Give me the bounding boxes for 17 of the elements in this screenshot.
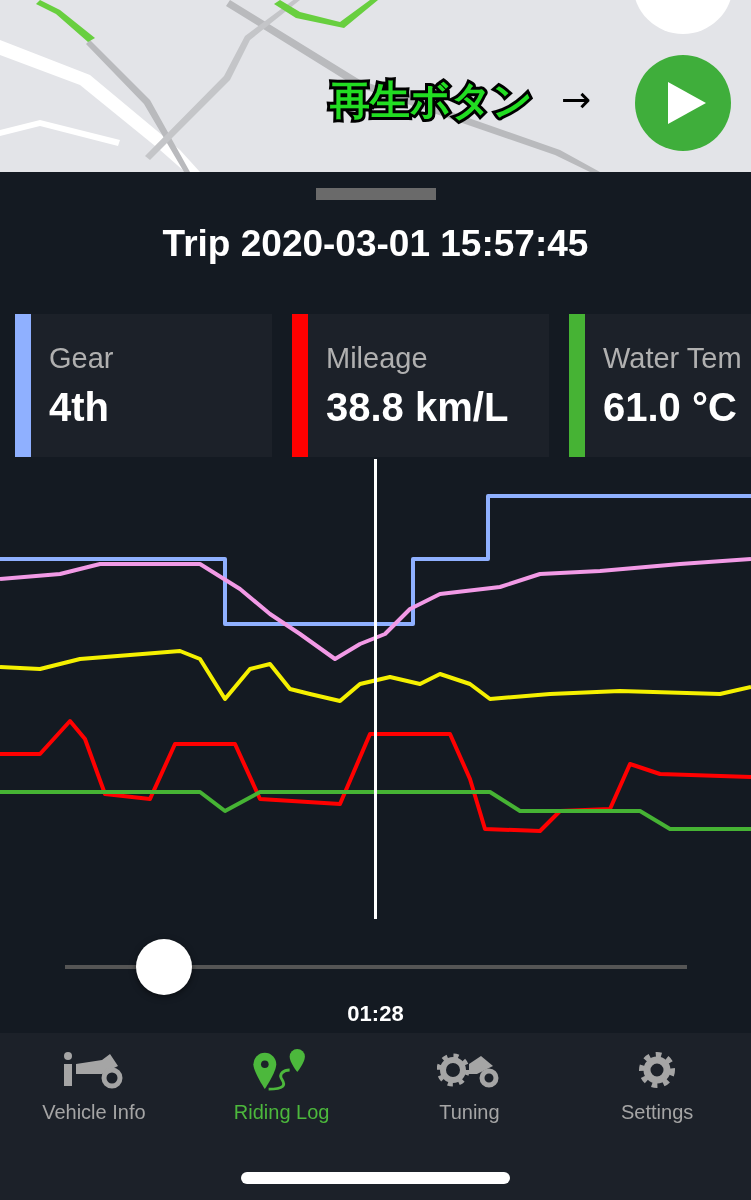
metric-value: 38.8 km/L: [326, 385, 509, 430]
drag-handle[interactable]: [315, 188, 436, 200]
trip-title: Trip 2020-03-01 15:57:45: [162, 222, 589, 266]
metric-value: 4th: [49, 385, 110, 430]
play-icon: [668, 82, 706, 124]
metric-value: 61.0 °C: [603, 385, 738, 430]
slider-thumb[interactable]: [136, 939, 192, 995]
tab[interactable]: Settings: [563, 1049, 751, 1124]
playback-time: 01:28: [347, 1001, 404, 1027]
tab[interactable]: Tuning: [375, 1049, 564, 1124]
annotation-arrow: →: [561, 80, 592, 120]
tab[interactable]: Vehicle Info: [0, 1049, 188, 1124]
metric-label: Water Tem: [603, 342, 742, 375]
annotation-text: 再生ボタン: [330, 78, 533, 122]
metric-label: Mileage: [326, 342, 429, 375]
tab[interactable]: Riding Log: [187, 1049, 376, 1124]
metric-label: Gear: [49, 342, 114, 375]
